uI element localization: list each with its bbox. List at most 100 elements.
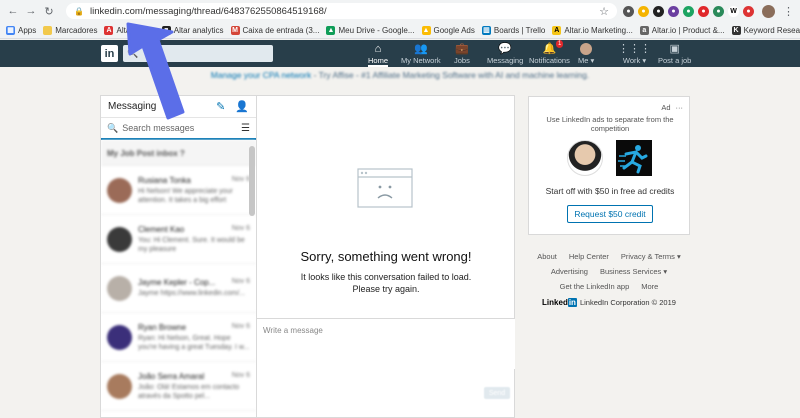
footer-link[interactable]: More bbox=[641, 282, 658, 291]
briefcase-icon: 💼 bbox=[455, 43, 469, 55]
promo-link[interactable]: Manage your CPA network bbox=[211, 70, 311, 80]
nav-post-job[interactable]: ▣ Post a job bbox=[658, 43, 691, 67]
reload-icon[interactable]: ↻ bbox=[42, 4, 56, 18]
nav-work[interactable]: ⋮⋮⋮ Work ▾ bbox=[618, 43, 651, 67]
messaging-panel: Messaging ✎ 👤 🔍 ☰ My Job Post inbox ? Ru… bbox=[100, 95, 257, 418]
footer: About Help Center Privacy & Terms ▾ Adve… bbox=[528, 252, 690, 307]
broken-window-icon bbox=[357, 168, 413, 208]
conversation-preview: João: Olá! Estamos em contacto através d… bbox=[138, 383, 240, 400]
altar-product-icon: a bbox=[639, 25, 649, 35]
conversation-date: Nov 6 bbox=[231, 322, 250, 330]
conversation-name: Clement Kao bbox=[138, 224, 185, 234]
list-item[interactable]: João Serra Amaral Nov 6 João: Olá! Estamo… bbox=[101, 362, 256, 411]
bookmark-item[interactable]: ▥ Boards | Trello bbox=[481, 25, 545, 35]
list-header: My Job Post inbox ? bbox=[101, 140, 256, 166]
copyright: Linkedin LinkedIn Corporation © 2019 bbox=[528, 298, 690, 307]
extension-icon[interactable]: ● bbox=[743, 5, 754, 17]
bookmarks-bar: ▦ Apps Marcadores A Altar Analy ■ Altar ana… bbox=[0, 22, 800, 39]
avatar bbox=[107, 275, 132, 301]
message-input[interactable] bbox=[257, 319, 515, 369]
gmail-icon: M bbox=[230, 25, 240, 35]
footer-link[interactable]: About bbox=[537, 252, 557, 261]
wordmark-text: Linked bbox=[542, 298, 568, 307]
more-icon[interactable]: ··· bbox=[676, 103, 684, 112]
footer-link[interactable]: Help Center bbox=[569, 252, 609, 261]
ad-header: Ad ··· bbox=[661, 103, 683, 112]
extension-icon[interactable]: ● bbox=[668, 5, 679, 17]
messaging-title: Messaging bbox=[108, 101, 157, 112]
extension-icon[interactable]: ● bbox=[683, 5, 694, 17]
nav-search-input[interactable]: 🔍 bbox=[123, 45, 273, 62]
bookmark-item[interactable]: Marcadores bbox=[43, 25, 97, 35]
bookmark-item[interactable]: KKeyword Research... bbox=[731, 25, 800, 35]
error-title: Sorry, something went wrong! bbox=[300, 249, 472, 264]
conversation-name: Rusiana Tonka bbox=[138, 175, 191, 185]
footer-link[interactable]: Business Services ▾ bbox=[600, 267, 667, 276]
search-icon: 🔍 bbox=[127, 48, 139, 58]
extension-icon[interactable]: ● bbox=[638, 5, 649, 17]
extension-icon[interactable]: W bbox=[728, 5, 739, 17]
avatar bbox=[107, 324, 132, 350]
nav-jobs[interactable]: 💼 Jobs bbox=[454, 43, 470, 67]
nav-me[interactable]: Me ▾ bbox=[578, 43, 594, 67]
grid-icon: ⋮⋮⋮ bbox=[618, 43, 651, 55]
menu-icon[interactable]: ⋮ bbox=[783, 5, 794, 18]
bookmark-item[interactable]: ▲ Meu Drive - Google... bbox=[326, 25, 415, 35]
compose-icon[interactable]: ✎ bbox=[216, 100, 225, 113]
apps-icon: ▦ bbox=[6, 25, 15, 35]
bookmark-item[interactable]: M Caixa de entrada (3... bbox=[230, 25, 319, 35]
conversation-preview: Hi Nelson! We appreciate your attention.… bbox=[138, 187, 233, 204]
send-button[interactable]: Send bbox=[484, 387, 510, 399]
new-group-icon[interactable]: 👤 bbox=[235, 100, 249, 113]
error-line: Please try again. bbox=[352, 284, 420, 294]
linkedin-logo[interactable]: in bbox=[101, 45, 118, 62]
avatar bbox=[107, 373, 132, 399]
url-text: linkedin.com/messaging/thread/6483762550… bbox=[89, 5, 327, 17]
nav-messaging[interactable]: 💬 Messaging bbox=[487, 43, 523, 67]
extension-icon[interactable]: ● bbox=[653, 5, 664, 17]
wordmark-in: in bbox=[567, 298, 577, 307]
star-icon[interactable]: ☆ bbox=[599, 5, 609, 18]
profile-avatar[interactable] bbox=[762, 4, 775, 18]
scrollbar[interactable] bbox=[249, 146, 255, 216]
forward-icon[interactable]: → bbox=[24, 4, 38, 18]
altar-icon: A bbox=[552, 25, 562, 35]
conversation-name: Jayme Kepler - Cop... bbox=[138, 278, 216, 287]
avatar bbox=[107, 177, 132, 203]
footer-link[interactable]: Advertising bbox=[551, 267, 588, 276]
conversation-preview: You: Hi Clement. Sure. It would be my pl… bbox=[138, 236, 245, 253]
bell-icon: 🔔 1 bbox=[542, 40, 564, 55]
back-icon[interactable]: ← bbox=[6, 4, 20, 18]
list-item[interactable]: Jayme Kepler - Cop... Nov 6 Jayme https:/… bbox=[101, 264, 256, 313]
bookmark-item[interactable]: a Altar.io | Product &... bbox=[639, 25, 725, 35]
ad-text: Start off with $50 in free ad credits bbox=[545, 186, 675, 196]
trello-icon: ▥ bbox=[481, 25, 491, 35]
list-item[interactable]: Clement Kao Nov 6 You: Hi Clement. Sure. … bbox=[101, 215, 256, 264]
bookmark-item[interactable]: A Altar Analy bbox=[104, 25, 155, 35]
bookmark-apps[interactable]: ▦ Apps bbox=[6, 25, 36, 35]
bookmark-item[interactable]: ■ Altar analytics bbox=[161, 25, 224, 35]
address-bar[interactable]: 🔒 linkedin.com/messaging/thread/64837625… bbox=[66, 3, 617, 19]
bookmark-item[interactable]: ▲ Google Ads bbox=[421, 25, 475, 35]
request-credit-button[interactable]: Request $50 credit bbox=[567, 205, 653, 223]
nav-notifications[interactable]: 🔔 1 Notifications bbox=[529, 40, 570, 67]
footer-link[interactable]: Privacy & Terms ▾ bbox=[621, 252, 681, 261]
google-ads-icon: ▲ bbox=[421, 25, 431, 35]
bookmark-item[interactable]: A Altar.io Marketing... bbox=[552, 25, 633, 35]
promo-banner[interactable]: Manage your CPA network - Try Affise - #… bbox=[0, 70, 800, 84]
extension-icon[interactable]: ● bbox=[698, 5, 709, 17]
extension-icon[interactable]: ● bbox=[713, 5, 724, 17]
ad-subtitle: Use LinkedIn ads to separate from the co… bbox=[546, 115, 674, 133]
extension-icon[interactable]: ● bbox=[623, 5, 634, 17]
nav-my-network[interactable]: 👥 My Network bbox=[401, 43, 441, 67]
home-icon: ⌂ bbox=[374, 43, 382, 55]
search-messages-input[interactable] bbox=[122, 123, 238, 133]
analytics-icon: ■ bbox=[161, 25, 171, 35]
messaging-header: Messaging ✎ 👤 bbox=[101, 96, 256, 118]
filter-icon[interactable]: ☰ bbox=[241, 123, 250, 134]
footer-link[interactable]: Get the LinkedIn app bbox=[560, 282, 630, 291]
nav-home[interactable]: ⌂ Home bbox=[368, 43, 389, 67]
list-item[interactable]: Rusiana Tonka Nov 6 Hi Nelson! We appreci… bbox=[101, 166, 256, 215]
ad-label: Ad bbox=[661, 103, 671, 112]
list-item[interactable]: Ryan Browne Nov 6 Ryan: Hi Nelson, Great.… bbox=[101, 313, 256, 362]
